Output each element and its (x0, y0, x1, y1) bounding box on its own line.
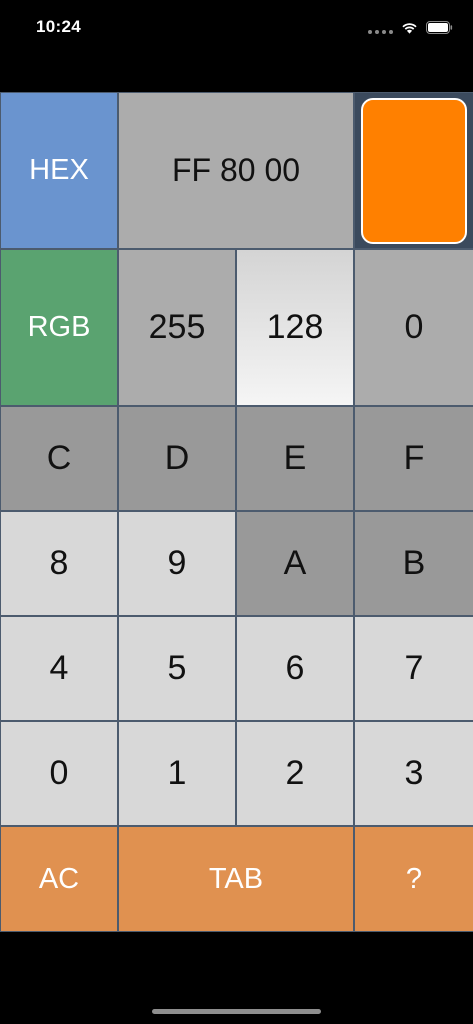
red-channel-field[interactable]: 255 (119, 250, 235, 405)
key-8[interactable]: 8 (1, 512, 117, 615)
status-time: 10:24 (36, 17, 81, 36)
status-icons (368, 18, 453, 36)
tab-button[interactable]: TAB (119, 827, 353, 931)
key-e[interactable]: E (237, 407, 353, 510)
converter-grid: HEX FF 80 00 RGB 255 128 0 C D E F 8 9 A… (0, 92, 473, 932)
key-4[interactable]: 4 (1, 617, 117, 720)
blue-channel-field[interactable]: 0 (355, 250, 473, 405)
wifi-icon (401, 21, 418, 34)
green-channel-field[interactable]: 128 (237, 250, 353, 405)
key-6[interactable]: 6 (237, 617, 353, 720)
color-swatch-frame (355, 93, 473, 248)
key-7[interactable]: 7 (355, 617, 473, 720)
home-indicator[interactable] (152, 1009, 321, 1014)
status-bar: 10:24 (0, 0, 473, 60)
key-5[interactable]: 5 (119, 617, 235, 720)
key-3[interactable]: 3 (355, 722, 473, 825)
key-d[interactable]: D (119, 407, 235, 510)
rgb-mode-button[interactable]: RGB (1, 250, 117, 405)
key-f[interactable]: F (355, 407, 473, 510)
key-1[interactable]: 1 (119, 722, 235, 825)
key-a[interactable]: A (237, 512, 353, 615)
key-c[interactable]: C (1, 407, 117, 510)
key-9[interactable]: 9 (119, 512, 235, 615)
key-2[interactable]: 2 (237, 722, 353, 825)
hex-value-display[interactable]: FF 80 00 (119, 93, 353, 248)
key-b[interactable]: B (355, 512, 473, 615)
key-0[interactable]: 0 (1, 722, 117, 825)
hex-mode-button[interactable]: HEX (1, 93, 117, 248)
battery-icon (426, 20, 453, 34)
help-button[interactable]: ? (355, 827, 473, 931)
cellular-signal-icon (368, 20, 393, 34)
clear-button[interactable]: AC (1, 827, 117, 931)
color-swatch (361, 97, 467, 244)
